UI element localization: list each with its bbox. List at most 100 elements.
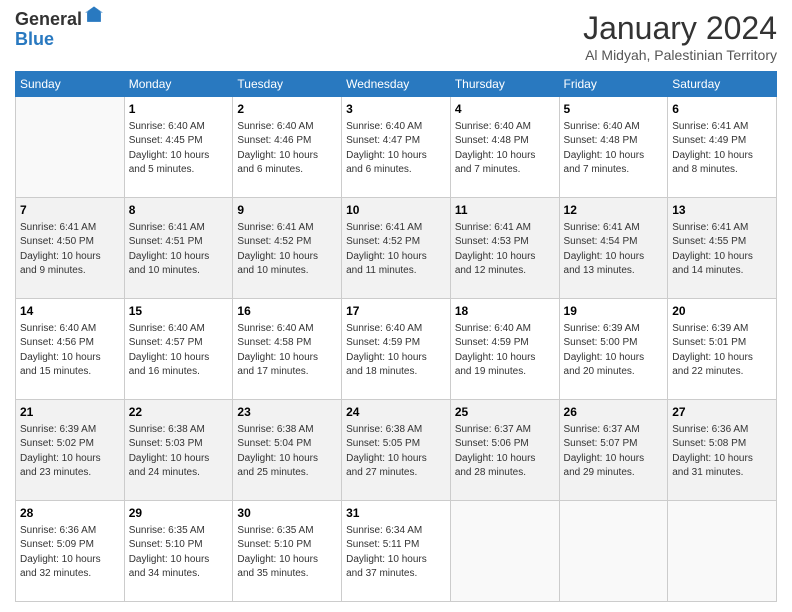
- weekday-header-row: Sunday Monday Tuesday Wednesday Thursday…: [16, 72, 777, 97]
- calendar-cell: 31Sunrise: 6:34 AMSunset: 5:11 PMDayligh…: [342, 501, 451, 602]
- calendar-cell: 2 Sunrise: 6:40 AMSunset: 4:46 PMDaylight…: [233, 97, 342, 198]
- calendar-cell: 26 Sunrise: 6:37 AMSunset: 5:07 PMDayligh…: [559, 400, 668, 501]
- day-number: 7: [20, 202, 120, 219]
- day-info: Sunrise: 6:40 AMSunset: 4:48 PMDaylight:…: [564, 120, 664, 178]
- day-number: 17: [346, 303, 446, 320]
- calendar-subtitle: Al Midyah, Palestinian Territory: [583, 47, 777, 63]
- day-info: Sunrise: 6:39 AMSunset: 5:02 PMDaylight:…: [20, 423, 120, 481]
- day-number: 26: [564, 404, 664, 421]
- day-info: Sunrise: 6:36 AMSunset: 5:09 PMDaylight:…: [20, 524, 120, 582]
- calendar-cell: 13 Sunrise: 6:41 AMSunset: 4:55 PMDayligh…: [668, 198, 777, 299]
- day-info: Sunrise: 6:39 AMSunset: 5:00 PMDaylight:…: [564, 322, 664, 380]
- calendar-week-row: 14Sunrise: 6:40 AMSunset: 4:56 PMDayligh…: [16, 299, 777, 400]
- weekday-saturday: Saturday: [668, 72, 777, 97]
- day-number: 28: [20, 505, 120, 522]
- day-number: 4: [455, 101, 555, 118]
- calendar-cell: 11 Sunrise: 6:41 AMSunset: 4:53 PMDayligh…: [450, 198, 559, 299]
- day-info: Sunrise: 6:40 AMSunset: 4:45 PMDaylight:…: [129, 120, 229, 178]
- day-info: Sunrise: 6:41 AMSunset: 4:51 PMDaylight:…: [129, 221, 229, 279]
- day-info: Sunrise: 6:37 AMSunset: 5:06 PMDaylight:…: [455, 423, 555, 481]
- day-info: Sunrise: 6:40 AMSunset: 4:46 PMDaylight:…: [237, 120, 337, 178]
- day-info: Sunrise: 6:41 AMSunset: 4:53 PMDaylight:…: [455, 221, 555, 279]
- logo-blue: Blue: [15, 30, 82, 50]
- page: General Blue January 2024 Al Midyah, Pal…: [0, 0, 792, 612]
- calendar-cell: 12Sunrise: 6:41 AMSunset: 4:54 PMDayligh…: [559, 198, 668, 299]
- calendar-cell: [668, 501, 777, 602]
- calendar-cell: 8 Sunrise: 6:41 AMSunset: 4:51 PMDaylight…: [124, 198, 233, 299]
- calendar-week-row: 28 Sunrise: 6:36 AMSunset: 5:09 PMDayligh…: [16, 501, 777, 602]
- day-number: 6: [672, 101, 772, 118]
- day-info: Sunrise: 6:40 AMSunset: 4:48 PMDaylight:…: [455, 120, 555, 178]
- day-number: 29: [129, 505, 229, 522]
- day-number: 14: [20, 303, 120, 320]
- logo-area: General Blue: [15, 10, 104, 50]
- calendar-cell: 3Sunrise: 6:40 AMSunset: 4:47 PMDaylight…: [342, 97, 451, 198]
- day-info: Sunrise: 6:37 AMSunset: 5:07 PMDaylight:…: [564, 423, 664, 481]
- day-number: 9: [237, 202, 337, 219]
- day-info: Sunrise: 6:41 AMSunset: 4:52 PMDaylight:…: [346, 221, 446, 279]
- day-info: Sunrise: 6:35 AMSunset: 5:10 PMDaylight:…: [237, 524, 337, 582]
- day-info: Sunrise: 6:41 AMSunset: 4:54 PMDaylight:…: [564, 221, 664, 279]
- day-number: 20: [672, 303, 772, 320]
- calendar-cell: 15 Sunrise: 6:40 AMSunset: 4:57 PMDayligh…: [124, 299, 233, 400]
- calendar-cell: 7 Sunrise: 6:41 AMSunset: 4:50 PMDaylight…: [16, 198, 125, 299]
- calendar-cell: 18Sunrise: 6:40 AMSunset: 4:59 PMDayligh…: [450, 299, 559, 400]
- calendar-cell: 21 Sunrise: 6:39 AMSunset: 5:02 PMDayligh…: [16, 400, 125, 501]
- weekday-wednesday: Wednesday: [342, 72, 451, 97]
- day-number: 1: [129, 101, 229, 118]
- day-info: Sunrise: 6:39 AMSunset: 5:01 PMDaylight:…: [672, 322, 772, 380]
- day-info: Sunrise: 6:34 AMSunset: 5:11 PMDaylight:…: [346, 524, 446, 582]
- calendar-cell: 16Sunrise: 6:40 AMSunset: 4:58 PMDayligh…: [233, 299, 342, 400]
- calendar-cell: 22 Sunrise: 6:38 AMSunset: 5:03 PMDayligh…: [124, 400, 233, 501]
- weekday-sunday: Sunday: [16, 72, 125, 97]
- calendar-cell: 28 Sunrise: 6:36 AMSunset: 5:09 PMDayligh…: [16, 501, 125, 602]
- calendar-cell: 27Sunrise: 6:36 AMSunset: 5:08 PMDayligh…: [668, 400, 777, 501]
- calendar-cell: 14Sunrise: 6:40 AMSunset: 4:56 PMDayligh…: [16, 299, 125, 400]
- header: General Blue January 2024 Al Midyah, Pal…: [15, 10, 777, 63]
- calendar-cell: 17 Sunrise: 6:40 AMSunset: 4:59 PMDayligh…: [342, 299, 451, 400]
- day-number: 30: [237, 505, 337, 522]
- calendar-cell: 24Sunrise: 6:38 AMSunset: 5:05 PMDayligh…: [342, 400, 451, 501]
- day-number: 23: [237, 404, 337, 421]
- day-info: Sunrise: 6:41 AMSunset: 4:50 PMDaylight:…: [20, 221, 120, 279]
- day-number: 3: [346, 101, 446, 118]
- calendar-cell: [559, 501, 668, 602]
- day-number: 22: [129, 404, 229, 421]
- logo-general: General: [15, 10, 82, 30]
- day-info: Sunrise: 6:40 AMSunset: 4:59 PMDaylight:…: [455, 322, 555, 380]
- title-area: January 2024 Al Midyah, Palestinian Terr…: [583, 10, 777, 63]
- calendar-table: Sunday Monday Tuesday Wednesday Thursday…: [15, 71, 777, 602]
- day-number: 15: [129, 303, 229, 320]
- day-info: Sunrise: 6:40 AMSunset: 4:59 PMDaylight:…: [346, 322, 446, 380]
- day-number: 21: [20, 404, 120, 421]
- calendar-cell: 5 Sunrise: 6:40 AMSunset: 4:48 PMDaylight…: [559, 97, 668, 198]
- day-info: Sunrise: 6:41 AMSunset: 4:49 PMDaylight:…: [672, 120, 772, 178]
- calendar-cell: 4 Sunrise: 6:40 AMSunset: 4:48 PMDaylight…: [450, 97, 559, 198]
- weekday-thursday: Thursday: [450, 72, 559, 97]
- day-number: 11: [455, 202, 555, 219]
- day-number: 2: [237, 101, 337, 118]
- calendar-cell: 9 Sunrise: 6:41 AMSunset: 4:52 PMDaylight…: [233, 198, 342, 299]
- calendar-cell: 19 Sunrise: 6:39 AMSunset: 5:00 PMDayligh…: [559, 299, 668, 400]
- weekday-friday: Friday: [559, 72, 668, 97]
- calendar-body: 1 Sunrise: 6:40 AMSunset: 4:45 PMDaylight…: [16, 97, 777, 602]
- calendar-week-row: 7 Sunrise: 6:41 AMSunset: 4:50 PMDaylight…: [16, 198, 777, 299]
- day-info: Sunrise: 6:38 AMSunset: 5:03 PMDaylight:…: [129, 423, 229, 481]
- day-info: Sunrise: 6:40 AMSunset: 4:57 PMDaylight:…: [129, 322, 229, 380]
- day-info: Sunrise: 6:41 AMSunset: 4:52 PMDaylight:…: [237, 221, 337, 279]
- day-number: 5: [564, 101, 664, 118]
- day-number: 27: [672, 404, 772, 421]
- calendar-week-row: 21 Sunrise: 6:39 AMSunset: 5:02 PMDayligh…: [16, 400, 777, 501]
- day-number: 8: [129, 202, 229, 219]
- day-number: 10: [346, 202, 446, 219]
- logo-text: General Blue: [15, 10, 82, 50]
- day-number: 19: [564, 303, 664, 320]
- day-info: Sunrise: 6:38 AMSunset: 5:05 PMDaylight:…: [346, 423, 446, 481]
- day-info: Sunrise: 6:38 AMSunset: 5:04 PMDaylight:…: [237, 423, 337, 481]
- day-number: 13: [672, 202, 772, 219]
- calendar-cell: 1 Sunrise: 6:40 AMSunset: 4:45 PMDaylight…: [124, 97, 233, 198]
- day-info: Sunrise: 6:40 AMSunset: 4:58 PMDaylight:…: [237, 322, 337, 380]
- day-info: Sunrise: 6:41 AMSunset: 4:55 PMDaylight:…: [672, 221, 772, 279]
- calendar-title: January 2024: [583, 10, 777, 47]
- calendar-week-row: 1 Sunrise: 6:40 AMSunset: 4:45 PMDaylight…: [16, 97, 777, 198]
